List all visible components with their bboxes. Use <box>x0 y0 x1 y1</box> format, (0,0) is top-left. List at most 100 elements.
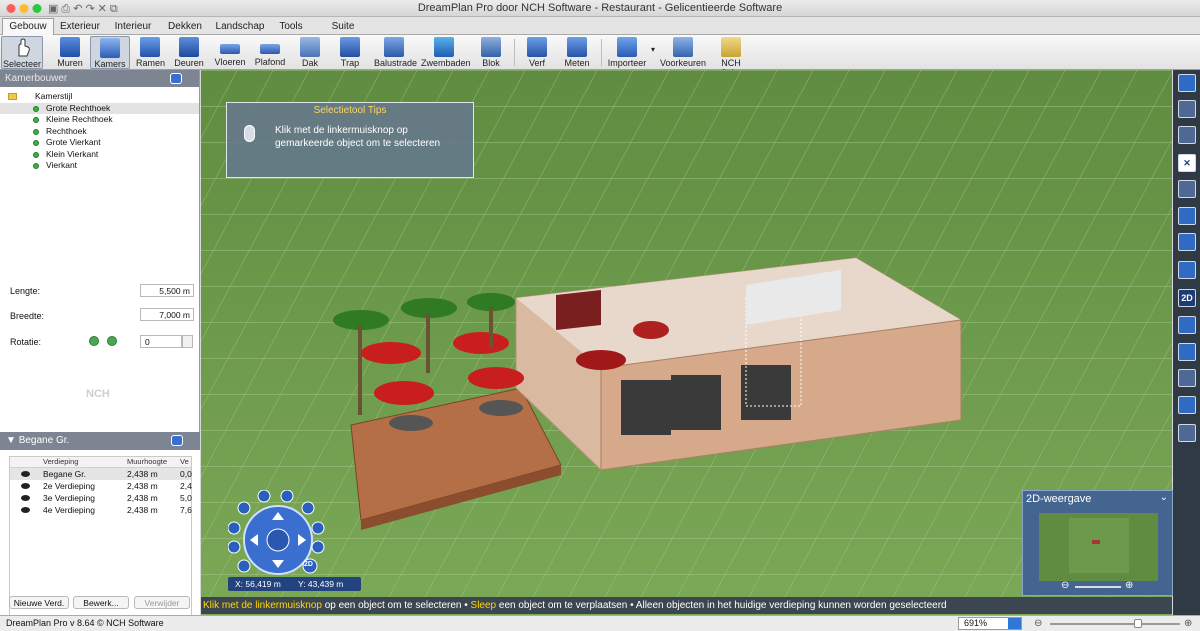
collapse-icon[interactable]: ▼ <box>6 435 19 446</box>
windows-button[interactable]: Ramen <box>136 36 165 69</box>
new-floor-button[interactable]: Nieuwe Verd. <box>9 596 69 609</box>
tab-exterieur[interactable]: Exterieur <box>55 18 105 35</box>
undo-icon[interactable]: ↶ <box>73 1 82 18</box>
pencil-icon[interactable] <box>1178 343 1196 361</box>
chevron-down-icon[interactable]: ⌄ <box>1160 492 1168 503</box>
delete-floor-button[interactable]: Verwijder <box>134 596 190 609</box>
move-up-icon[interactable] <box>311 521 325 535</box>
camera-icon[interactable] <box>171 435 183 446</box>
layers-icon[interactable] <box>1178 424 1196 442</box>
rotation-input[interactable]: 0 <box>140 335 182 348</box>
copy-icon[interactable]: ⧉ <box>110 1 118 18</box>
visibility-eye-icon[interactable] <box>21 495 30 501</box>
tab-landschap[interactable]: Landschap <box>212 18 268 35</box>
import-dropdown-button[interactable]: ▾ <box>648 36 658 69</box>
save-icon[interactable]: ▣ <box>48 1 58 18</box>
rotate-left-icon[interactable] <box>89 336 99 346</box>
close-icon[interactable]: ✕ <box>1178 154 1196 172</box>
palm-trunk <box>489 307 493 347</box>
select-icon[interactable] <box>1178 74 1196 92</box>
redo-icon[interactable]: ↷ <box>85 1 94 18</box>
tab-tools[interactable]: Tools <box>272 18 310 35</box>
grid-icon[interactable] <box>1178 316 1196 334</box>
paint-button[interactable]: Verf <box>525 36 549 69</box>
undo-icon[interactable] <box>1178 100 1196 118</box>
2d-icon[interactable]: 2D <box>1178 289 1196 307</box>
snap-icon[interactable] <box>1178 369 1196 387</box>
tips-line: Klik met de linkermuisknop op <box>275 125 408 136</box>
target-icon[interactable] <box>237 559 251 573</box>
camera-icon[interactable] <box>170 73 182 84</box>
orbit-icon[interactable] <box>227 521 241 535</box>
tab-gebouw[interactable]: Gebouw <box>2 18 54 35</box>
width-input[interactable]: 7,000 m <box>140 308 194 321</box>
redo-icon[interactable] <box>1178 126 1196 144</box>
tree-item-rechthoek[interactable]: Rechthoek <box>0 126 199 138</box>
table-row[interactable]: Begane Gr. 2,438 m 0,0 <box>10 468 192 480</box>
tab-interieur[interactable]: Interieur <box>108 18 158 35</box>
nav-center[interactable] <box>266 528 290 552</box>
tree-item-kleine-rechthoek[interactable]: Kleine Rechthoek <box>0 114 199 126</box>
visibility-eye-icon[interactable] <box>21 483 30 489</box>
import-button[interactable]: Importeer <box>607 36 647 69</box>
tree-item-klein-vierkant[interactable]: Klein Vierkant <box>0 149 199 161</box>
zoom-slider[interactable] <box>1075 586 1121 588</box>
window-icon <box>140 37 160 57</box>
zoom-select[interactable]: 691% <box>958 617 1022 630</box>
gear-icon[interactable] <box>1178 261 1196 279</box>
move-down-icon[interactable] <box>311 540 325 554</box>
zoom-out-icon[interactable] <box>257 489 271 503</box>
delete-icon[interactable]: ✕ <box>98 1 107 18</box>
length-input[interactable]: 5,500 m <box>140 284 194 297</box>
view-icon[interactable] <box>227 540 241 554</box>
measure-button[interactable]: Meten <box>563 36 591 69</box>
ceiling-button[interactable]: Plafond <box>254 36 286 69</box>
minimap-view[interactable] <box>1039 513 1158 581</box>
floors-button[interactable]: Vloeren <box>214 36 246 69</box>
status-text: op een object om te selecteren • <box>321 600 471 611</box>
doors-button[interactable]: Deuren <box>174 36 204 69</box>
table-row[interactable]: 4e Verdieping 2,438 m 7,6 <box>10 504 192 516</box>
rotation-stepper[interactable] <box>182 335 193 348</box>
rotate-right-icon[interactable] <box>107 336 117 346</box>
block-button[interactable]: Blok <box>478 36 504 69</box>
table-row[interactable]: 3e Verdieping 2,438 m 5,0 <box>10 492 192 504</box>
tree-item-grote-rechthoek[interactable]: Grote Rechthoek <box>0 102 199 114</box>
walls-button[interactable]: Muren <box>55 36 85 69</box>
floors-header: ▼ Begane Gr. <box>0 432 200 450</box>
doors-label: Deuren <box>174 58 204 68</box>
railing-button[interactable]: Balustrade <box>374 36 417 69</box>
tree-item-grote-vierkant[interactable]: Grote Vierkant <box>0 137 199 149</box>
box-icon[interactable] <box>1178 207 1196 225</box>
help-icon[interactable] <box>237 501 251 515</box>
camera-icon[interactable] <box>301 501 315 515</box>
room-icon[interactable] <box>1178 233 1196 251</box>
zoom-in-icon[interactable] <box>280 489 294 503</box>
tree-item-vierkant[interactable]: Vierkant <box>0 160 199 172</box>
tab-dekken[interactable]: Dekken <box>161 18 209 35</box>
zoom-slider[interactable] <box>1050 623 1180 625</box>
rooms-button[interactable]: Kamers <box>90 36 130 69</box>
roof-button[interactable]: Dak <box>298 36 322 69</box>
tree-category[interactable]: Kamerstijl <box>0 91 199 103</box>
edit-floor-button[interactable]: Bewerk... <box>73 596 129 609</box>
nch-suite-button[interactable]: NCH Suite <box>710 36 752 78</box>
zoom-out-icon[interactable]: ⊖ <box>1061 580 1069 591</box>
tab-suite[interactable]: Suite <box>324 18 362 35</box>
stairs-button[interactable]: Trap <box>336 36 364 69</box>
copy-icon[interactable] <box>1178 180 1196 198</box>
select-button[interactable]: Selecteer <box>1 36 43 69</box>
table-row[interactable]: 2e Verdieping 2,438 m 2,4 <box>10 480 192 492</box>
visibility-eye-icon[interactable] <box>21 471 30 477</box>
print-icon[interactable]: ⎙ <box>61 1 70 18</box>
preferences-button[interactable]: Voorkeuren <box>660 36 706 69</box>
rotate-icon[interactable] <box>1178 396 1196 414</box>
zoom-in-icon[interactable]: ⊕ <box>1184 616 1192 631</box>
pools-button[interactable]: Zwembaden <box>421 36 471 69</box>
visibility-eye-icon[interactable] <box>21 507 30 513</box>
umbrella <box>374 381 434 405</box>
zoom-out-icon[interactable]: ⊖ <box>1034 616 1042 631</box>
zoom-slider-thumb[interactable] <box>1134 619 1142 628</box>
zoom-in-icon[interactable]: ⊕ <box>1125 580 1133 591</box>
2d-minimap[interactable]: 2D-weergave ⌄ ⊖ ⊕ <box>1022 490 1173 596</box>
